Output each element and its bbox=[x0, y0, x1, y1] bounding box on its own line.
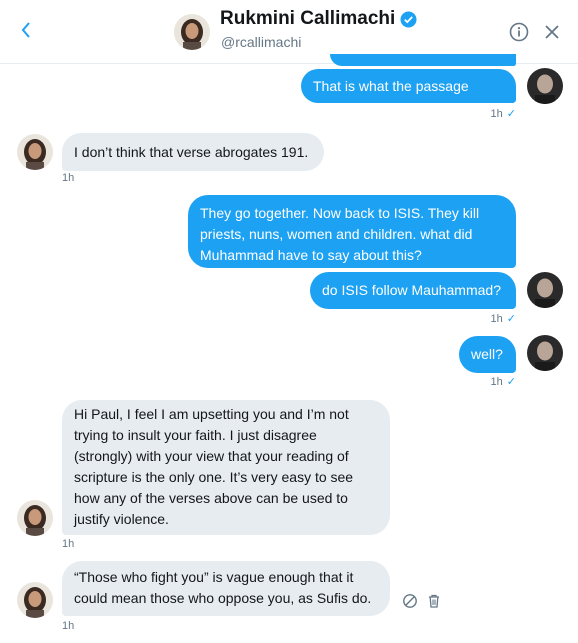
message-bubble[interactable]: “Those who fight you” is vague enough th… bbox=[62, 561, 390, 616]
message-bubble[interactable]: I don’t think that verse abrogates 191. bbox=[62, 133, 324, 171]
contact-handle: @rcallimachi bbox=[221, 34, 302, 50]
delete-icon[interactable] bbox=[426, 593, 442, 609]
message-line: They go together. Now back to ISIS. They… bbox=[200, 205, 480, 221]
message-timestamp: 1h ✓ bbox=[490, 313, 516, 325]
avatar[interactable] bbox=[17, 134, 53, 170]
message-line: how any of the verses above can be used … bbox=[74, 490, 348, 506]
avatar[interactable] bbox=[17, 582, 53, 618]
message-line: trying to insult your faith. I just disa… bbox=[74, 427, 317, 443]
message-line: priests, nuns, women and children. what … bbox=[200, 226, 473, 242]
message-line: Hi Paul, I feel I am upsetting you and I… bbox=[74, 406, 349, 422]
close-button[interactable] bbox=[541, 21, 563, 43]
report-icon[interactable] bbox=[402, 593, 418, 609]
message-text: I don’t think that verse abrogates 191. bbox=[74, 144, 309, 160]
sent-check-icon: ✓ bbox=[506, 313, 516, 325]
message-line: (strongly) with your view that your read… bbox=[74, 448, 349, 464]
back-arrow-icon bbox=[21, 22, 30, 38]
message-line: justify violence. bbox=[74, 511, 169, 527]
message-timestamp: 1h bbox=[62, 620, 75, 632]
message-timestamp: 1h bbox=[62, 172, 75, 184]
sent-check-icon: ✓ bbox=[506, 376, 516, 388]
message-timestamp: 1h bbox=[62, 538, 75, 550]
avatar[interactable] bbox=[527, 272, 563, 308]
message-bubble[interactable]: well? bbox=[459, 336, 516, 373]
message-timestamp: 1h ✓ bbox=[490, 376, 516, 388]
message-bubble[interactable]: That is what the passage says. bbox=[301, 69, 516, 115]
contact-name: Rukmini Callimachi bbox=[220, 8, 417, 30]
avatar[interactable] bbox=[17, 500, 53, 536]
sent-check-icon: ✓ bbox=[506, 108, 516, 120]
message-line: “Those who fight you” is vague enough th… bbox=[74, 569, 354, 585]
message-line: scripture is the only one. It’s very eas… bbox=[74, 469, 354, 485]
message-text: do ISIS follow Mauhammad? bbox=[322, 282, 501, 298]
message-line: could mean those who oppose you, as Sufi… bbox=[74, 590, 372, 606]
message-bubble-partial bbox=[330, 54, 516, 66]
info-icon bbox=[509, 22, 529, 42]
avatar[interactable] bbox=[527, 335, 563, 371]
verified-badge-icon bbox=[400, 11, 417, 28]
info-button[interactable] bbox=[508, 21, 530, 43]
close-icon bbox=[545, 25, 559, 39]
message-text: well? bbox=[471, 346, 503, 362]
avatar[interactable] bbox=[174, 14, 210, 50]
avatar[interactable] bbox=[527, 68, 563, 104]
message-line: Muhammad have to say about this? bbox=[200, 247, 422, 263]
message-bubble[interactable]: They go together. Now back to ISIS. They… bbox=[188, 195, 516, 268]
message-text: That is what the passage says. bbox=[313, 78, 469, 115]
message-timestamp: 1h ✓ bbox=[490, 108, 516, 120]
back-button[interactable] bbox=[10, 14, 42, 46]
message-bubble[interactable]: Hi Paul, I feel I am upsetting you and I… bbox=[62, 400, 390, 535]
message-bubble[interactable]: do ISIS follow Mauhammad? bbox=[310, 272, 516, 309]
